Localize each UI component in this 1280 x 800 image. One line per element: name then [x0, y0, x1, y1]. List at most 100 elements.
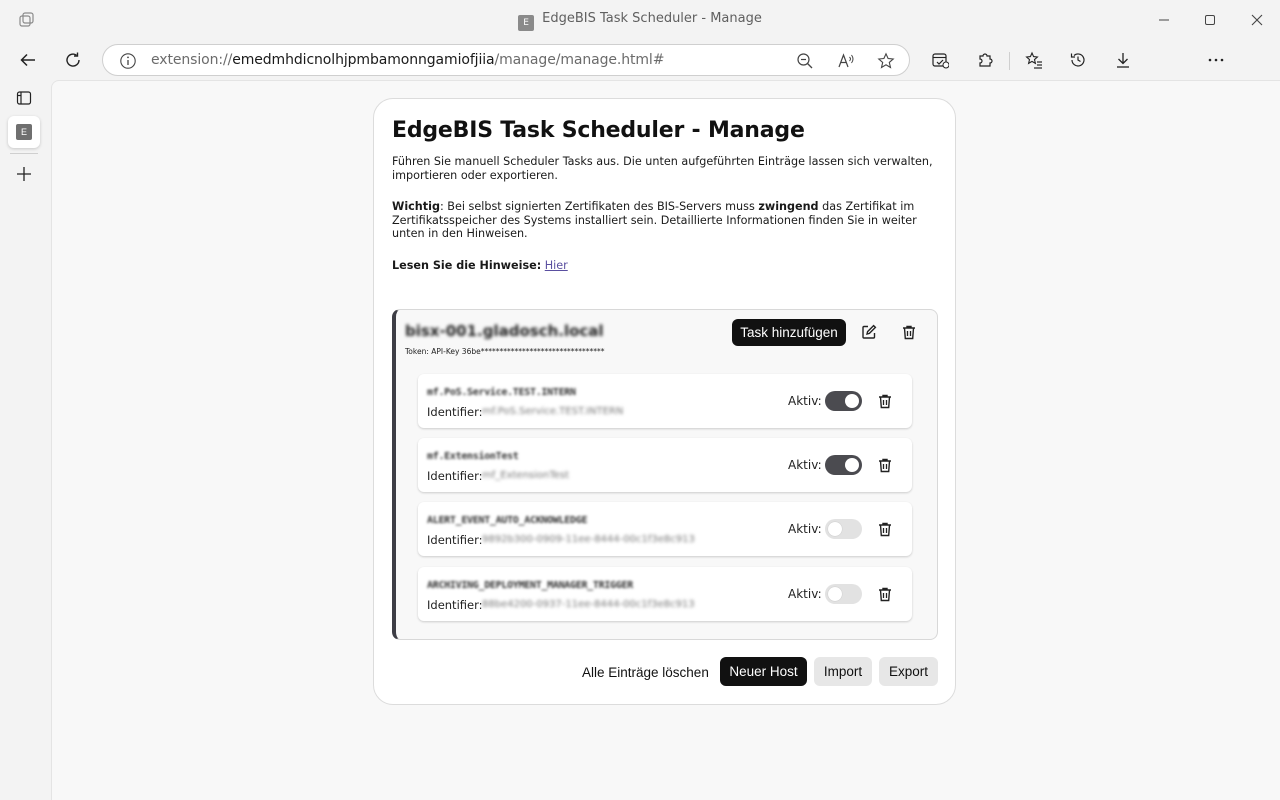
more-horizontal-icon: [1208, 58, 1224, 62]
hints-link[interactable]: Hier: [545, 259, 568, 272]
toggle-knob: [845, 458, 859, 472]
delete-task-button[interactable]: [874, 583, 896, 605]
zoom-out-icon: [797, 53, 813, 69]
extension-favicon-icon: E: [518, 15, 535, 31]
favorites-list-icon: [1025, 51, 1042, 69]
new-tab-button[interactable]: [8, 158, 40, 190]
delete-task-button[interactable]: [874, 454, 896, 476]
close-button[interactable]: [1234, 0, 1280, 40]
zoom-out-button[interactable]: [795, 51, 815, 71]
history-button[interactable]: [1062, 44, 1094, 76]
favorite-button[interactable]: [876, 51, 896, 71]
new-host-button[interactable]: Neuer Host: [720, 657, 807, 686]
task-row: ARCHIVING_DEPLOYMENT_MANAGER_TRIGGER Iden…: [418, 567, 912, 621]
info-icon[interactable]: [119, 52, 137, 70]
delete-task-button[interactable]: [874, 390, 896, 412]
task-active-toggle[interactable]: [825, 391, 862, 411]
toolbar-separator: [1009, 52, 1010, 70]
url-path: /manage/manage.html#: [494, 52, 665, 68]
trash-icon: [903, 325, 915, 340]
address-bar[interactable]: extension://emedmhdicnolhjpmbamonngamiof…: [102, 44, 910, 76]
page-title: EdgeBIS Task Scheduler - Manage: [392, 118, 805, 143]
clear-all-link[interactable]: Alle Einträge löschen: [582, 665, 709, 680]
url-scheme: extension://: [151, 52, 233, 68]
plus-icon: [17, 167, 31, 181]
task-identifier-value: mf.PoS.Service.TEST.INTERN: [482, 406, 624, 417]
toggle-knob: [828, 587, 842, 601]
browser-essentials-button[interactable]: [924, 44, 956, 76]
trash-icon: [879, 458, 891, 473]
window-title: E EdgeBIS Task Scheduler - Manage: [0, 11, 1280, 31]
profile-button[interactable]: [1153, 44, 1185, 76]
task-identifier-label: Identifier:: [427, 405, 483, 419]
browser-toolbar: extension://emedmhdicnolhjpmbamonngamiof…: [0, 40, 1280, 112]
minimize-icon: [1159, 19, 1169, 21]
title-bar: E EdgeBIS Task Scheduler - Manage: [0, 0, 1280, 40]
minimize-button[interactable]: [1141, 0, 1187, 40]
task-name: ALERT_EVENT_AUTO_ACKNOWLEDGE: [427, 515, 588, 526]
host-name: bisx-001.gladosch.local: [405, 322, 604, 340]
close-icon: [1251, 14, 1263, 26]
url-text: extension://emedmhdicnolhjpmbamonngamiof…: [151, 52, 664, 68]
back-button[interactable]: [12, 44, 44, 76]
add-task-button[interactable]: Task hinzufügen: [732, 319, 846, 346]
task-identifier-value: 88be4200-0937-11ee-8444-00c1f3e8c913: [482, 599, 695, 610]
window-title-text: EdgeBIS Task Scheduler - Manage: [542, 11, 762, 26]
task-row: mf.PoS.Service.TEST.INTERN Identifier: mf.…: [418, 374, 912, 428]
task-name: mf.PoS.Service.TEST.INTERN: [427, 387, 576, 398]
arrow-left-icon: [20, 53, 35, 67]
downloads-button[interactable]: [1107, 44, 1139, 76]
warning-text: Wichtig: Bei selbst signierten Zertifika…: [392, 200, 940, 241]
task-active-label: Aktiv:: [788, 394, 822, 408]
tab-actions-button[interactable]: [8, 82, 40, 114]
task-identifier-value: mf_ExtensionTest: [482, 470, 570, 481]
task-active-label: Aktiv:: [788, 458, 822, 472]
task-identifier-label: Identifier:: [427, 598, 483, 612]
maximize-button[interactable]: [1187, 0, 1233, 40]
intro-text: Führen Sie manuell Scheduler Tasks aus. …: [392, 155, 933, 182]
url-host: emedmhdicnolhjpmbamonngamiofjiia: [232, 52, 495, 68]
refresh-button[interactable]: [57, 44, 89, 76]
settings-more-button[interactable]: [1200, 44, 1232, 76]
delete-host-button[interactable]: [898, 321, 920, 343]
edit-icon: [862, 324, 877, 339]
star-icon: [877, 52, 895, 69]
task-active-toggle[interactable]: [825, 519, 862, 539]
favorites-button[interactable]: [1018, 44, 1050, 76]
read-aloud-icon: [838, 53, 854, 68]
calendar-check-icon: [932, 53, 949, 69]
host-token: Token: API-Key 36be*********************…: [405, 347, 605, 356]
import-button[interactable]: Import: [814, 657, 872, 686]
task-identifier-label: Identifier:: [427, 469, 483, 483]
hints-line: Lesen Sie die Hinweise: Hier: [392, 259, 940, 273]
puzzle-icon: [979, 53, 993, 67]
export-button[interactable]: Export: [879, 657, 938, 686]
task-active-toggle[interactable]: [825, 584, 862, 604]
task-identifier-label: Identifier:: [427, 533, 483, 547]
trash-icon: [879, 587, 891, 602]
task-active-label: Aktiv:: [788, 587, 822, 601]
tab-edgebis-manage[interactable]: E: [8, 116, 40, 148]
vertical-tabs-sidebar: E: [0, 80, 50, 800]
delete-task-button[interactable]: [874, 518, 896, 540]
task-name: ARCHIVING_DEPLOYMENT_MANAGER_TRIGGER: [427, 580, 633, 591]
task-row: mf.ExtensionTest Identifier: mf_ExtensionT…: [418, 438, 912, 492]
warning-emphasis: zwingend: [758, 200, 819, 213]
task-identifier-value: 9892b300-0909-11ee-8444-00c1f3e8c913: [482, 534, 695, 545]
manage-card: EdgeBIS Task Scheduler - Manage Führen S…: [373, 98, 956, 705]
hints-label: Lesen Sie die Hinweise:: [392, 259, 542, 272]
task-active-label: Aktiv:: [788, 522, 822, 536]
sidebar-divider: [10, 153, 38, 154]
trash-icon: [879, 394, 891, 409]
extension-favicon-icon: E: [16, 124, 32, 140]
toggle-knob: [828, 522, 842, 536]
warning-label: Wichtig: [392, 200, 440, 213]
read-aloud-button[interactable]: [836, 51, 856, 71]
trash-icon: [879, 522, 891, 537]
host-card: bisx-001.gladosch.local Token: API-Key 3…: [392, 309, 938, 640]
download-icon: [1117, 53, 1129, 68]
edit-host-button[interactable]: [858, 321, 880, 343]
task-active-toggle[interactable]: [825, 455, 862, 475]
extensions-button[interactable]: [969, 44, 1001, 76]
warning-part1: : Bei selbst signierten Zertifikaten des…: [439, 200, 759, 213]
